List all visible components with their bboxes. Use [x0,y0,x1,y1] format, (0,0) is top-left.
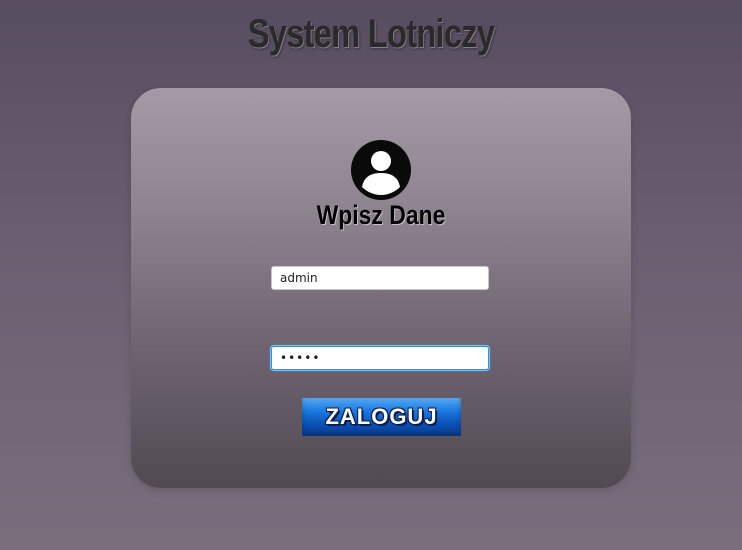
login-card: Wpisz Dane ZALOGUJ [131,88,631,488]
user-avatar-icon [350,139,412,201]
login-button[interactable]: ZALOGUJ [302,398,461,436]
password-field[interactable] [271,346,489,370]
page-title: System Lotniczy [247,12,495,56]
username-field[interactable] [271,266,489,290]
login-heading: Wpisz Dane [316,200,446,230]
